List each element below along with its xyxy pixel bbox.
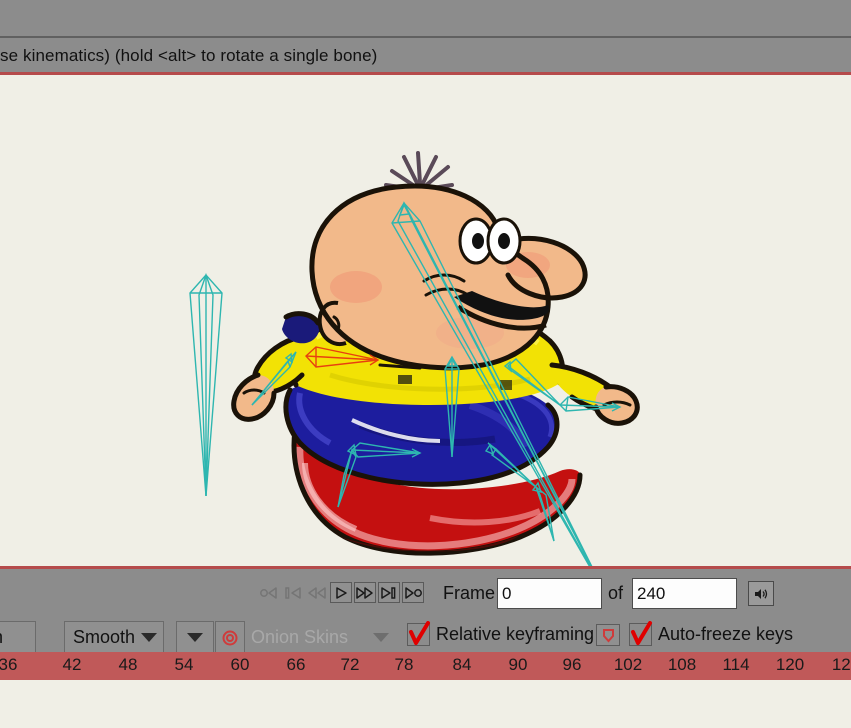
timeline-tick: 48 bbox=[118, 655, 138, 674]
checkbox-box bbox=[629, 621, 652, 646]
frame-label: Frame bbox=[443, 583, 496, 603]
auto-freeze-keys-checkbox[interactable]: Auto-freeze keys bbox=[629, 621, 794, 646]
frame-input[interactable]: 0 bbox=[497, 578, 602, 609]
timeline-tick: 60 bbox=[230, 655, 250, 674]
relative-keyframing-checkbox[interactable]: Relative keyframing bbox=[407, 621, 595, 646]
timeline-tick: 54 bbox=[174, 655, 194, 674]
timeline-tick: 96 bbox=[562, 655, 582, 674]
bone-root-free bbox=[189, 272, 223, 497]
timeline-tick: 66 bbox=[286, 655, 306, 674]
timeline-tick: 42 bbox=[62, 655, 82, 674]
graph-button-label: aph bbox=[0, 627, 3, 648]
transport-button-group bbox=[258, 582, 424, 603]
of-label: of bbox=[608, 583, 624, 603]
chevron-down-icon bbox=[373, 633, 389, 642]
viewport-canvas[interactable]: .ink{fill:none;stroke:#1a1208;stroke-wid… bbox=[0, 75, 851, 568]
graph-button[interactable]: aph bbox=[0, 621, 36, 654]
go-to-end-button[interactable] bbox=[402, 582, 424, 603]
timeline-tick: 36 bbox=[0, 655, 18, 674]
step-back-button[interactable] bbox=[306, 582, 328, 603]
relative-keyframing-label: Relative keyframing bbox=[436, 624, 595, 644]
total-frames-input[interactable]: 240 bbox=[632, 578, 737, 609]
next-keyframe-button[interactable] bbox=[378, 582, 400, 603]
top-toolbar-band bbox=[0, 0, 851, 38]
go-to-start-button[interactable] bbox=[258, 582, 280, 603]
timeline-tick: 114 bbox=[722, 655, 750, 674]
timeline-tick: 78 bbox=[394, 655, 414, 674]
hint-text: se kinematics) (hold <alt> to rotate a s… bbox=[0, 46, 378, 65]
animation-editor-window: se kinematics) (hold <alt> to rotate a s… bbox=[0, 0, 851, 728]
timeline-tick: 108 bbox=[667, 655, 697, 674]
onion-skin-circle-icon bbox=[222, 630, 238, 645]
timeline-tick: 90 bbox=[508, 655, 528, 674]
speaker-icon[interactable] bbox=[748, 581, 774, 606]
timeline-tick: 84 bbox=[452, 655, 472, 674]
auto-freeze-keys-label: Auto-freeze keys bbox=[658, 624, 794, 644]
fast-forward-button[interactable] bbox=[354, 582, 376, 603]
onion-skins-dropdown[interactable] bbox=[368, 621, 394, 654]
onion-skin-toggle-button[interactable] bbox=[215, 621, 245, 654]
divider-red-bottom bbox=[0, 566, 851, 569]
interpolation-dropdown[interactable]: Smooth bbox=[64, 621, 164, 654]
timeline-tick: 126 bbox=[831, 655, 851, 674]
character-right-arm bbox=[549, 362, 640, 426]
timeline-tick: 72 bbox=[340, 655, 360, 674]
timeline-track-area[interactable] bbox=[0, 680, 851, 728]
checkbox-box bbox=[407, 621, 430, 646]
chevron-down-icon bbox=[141, 633, 157, 642]
timeline-ruler[interactable]: 3642485460667278849096102108114120126132… bbox=[0, 652, 851, 680]
play-button[interactable] bbox=[330, 582, 352, 603]
shield-icon[interactable] bbox=[596, 624, 620, 646]
checkmark-icon bbox=[631, 621, 652, 645]
interpolation-value: Smooth bbox=[73, 627, 136, 647]
interpolation-extra-dropdown[interactable] bbox=[176, 621, 214, 654]
status-hint-bar: se kinematics) (hold <alt> to rotate a s… bbox=[0, 40, 851, 72]
previous-keyframe-button[interactable] bbox=[282, 582, 304, 603]
chevron-down-icon bbox=[187, 633, 203, 642]
timeline-tick: 102 bbox=[613, 655, 643, 674]
checkmark-icon bbox=[409, 621, 430, 645]
timeline-tick: 120 bbox=[775, 655, 805, 674]
onion-skins-label: Onion Skins bbox=[251, 627, 349, 647]
